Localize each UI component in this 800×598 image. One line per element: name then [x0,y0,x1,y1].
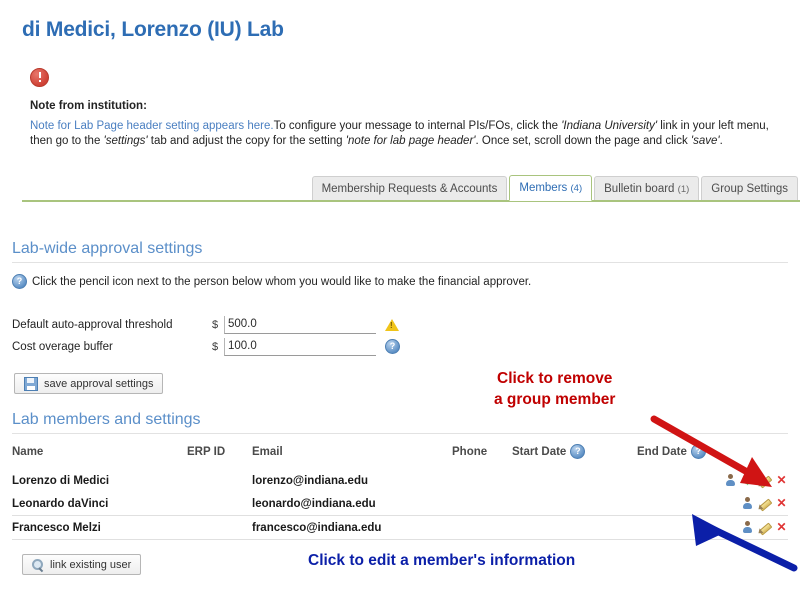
form-row-threshold: Default auto-approval threshold $ [12,315,412,334]
tab-members[interactable]: Members (4) [509,175,593,201]
help-icon[interactable]: ? [12,274,27,289]
annotation-edit-member: Click to edit a member's information [308,552,576,569]
member-name: Leonardo daVinci [12,497,109,510]
section-heading-approval: Lab-wide approval settings [12,240,788,263]
tab-group-settings[interactable]: Group Settings [701,176,798,201]
note-text-4: . Once set, scroll down the page and cli… [475,135,691,147]
column-header-erp-id: ERP ID [187,445,226,458]
floppy-disk-icon [24,376,38,391]
approval-hint-text: Click the pencil icon next to the person… [32,275,532,288]
buffer-label: Cost overage buffer [12,340,113,353]
link-existing-user-label: link existing user [50,558,132,571]
page-title: di Medici, Lorenzo (IU) Lab [22,18,284,41]
help-icon[interactable]: ? [385,339,400,354]
member-start-date [512,469,637,492]
save-approval-settings-button[interactable]: save approval settings [14,373,164,394]
member-name: Francesco Melzi [12,521,101,534]
institution-note: Note from institution: Note for Lab Page… [30,68,790,149]
note-label: Note from institution: [30,100,147,112]
approval-hint: ? Click the pencil icon next to the pers… [12,274,531,289]
member-erp-id [187,516,252,540]
form-row-buffer: Cost overage buffer $ ? [12,337,412,356]
note-em-4: 'save' [690,135,720,147]
column-header-start-date-label: Start Date [512,445,567,458]
note-em-3: 'note for lab page header' [345,135,476,147]
column-header-email: Email [252,445,283,458]
member-erp-id [187,492,252,516]
annotation-arrow-remove [650,415,772,487]
annotation-arrow-edit [692,514,798,572]
note-text-1: To configure your message to internal PI… [273,120,562,132]
note-body: Note for Lab Page header setting appears… [30,119,786,149]
member-erp-id [187,469,252,492]
alert-circle-icon [30,68,49,87]
help-icon[interactable]: ? [570,444,586,459]
column-header-phone: Phone [452,445,488,458]
annotation-remove-member: Click to remove a group member [494,370,616,408]
note-em-1: 'Indiana University' [561,120,658,132]
approval-form: Default auto-approval threshold $ Cost o… [12,315,412,359]
tab-label: Bulletin board [604,183,675,195]
tabs-row: Membership Requests & Accounts Members (… [311,175,800,201]
currency-symbol: $ [212,340,219,353]
column-header-start-date: Start Date ? [512,444,637,469]
column-header-name: Name [12,445,44,458]
save-approval-settings-label: save approval settings [44,377,154,390]
tab-label: Group Settings [711,183,788,195]
tab-membership-requests[interactable]: Membership Requests & Accounts [311,176,508,201]
member-start-date [512,516,637,540]
threshold-label: Default auto-approval threshold [12,318,173,331]
member-email: leonardo@indiana.edu [252,497,376,510]
member-email: francesco@indiana.edu [252,521,382,534]
tab-count: (4) [570,183,583,194]
tab-underline-rule [22,200,800,202]
member-phone [452,492,512,516]
threshold-input[interactable] [224,315,376,334]
member-start-date [512,492,637,516]
note-link[interactable]: Note for Lab Page header setting appears… [30,120,274,132]
currency-symbol: $ [212,318,219,331]
tab-label: Members [519,182,568,194]
member-phone [452,469,512,492]
member-email: lorenzo@indiana.edu [252,474,368,487]
tab-label: Membership Requests & Accounts [321,183,498,195]
tab-count: (1) [677,184,690,195]
tab-bulletin-board[interactable]: Bulletin board (1) [594,176,700,201]
warning-icon[interactable] [385,318,399,331]
note-em-2: 'settings' [103,135,148,147]
buffer-input[interactable] [224,337,376,356]
note-text-5: . [719,135,723,147]
search-icon [32,558,44,571]
member-phone [452,516,512,540]
note-text-3: tab and adjust the copy for the setting [147,135,346,147]
member-name: Lorenzo di Medici [12,474,110,487]
tab-bar: Membership Requests & Accounts Members (… [0,175,800,202]
link-existing-user-button[interactable]: link existing user [22,554,142,575]
